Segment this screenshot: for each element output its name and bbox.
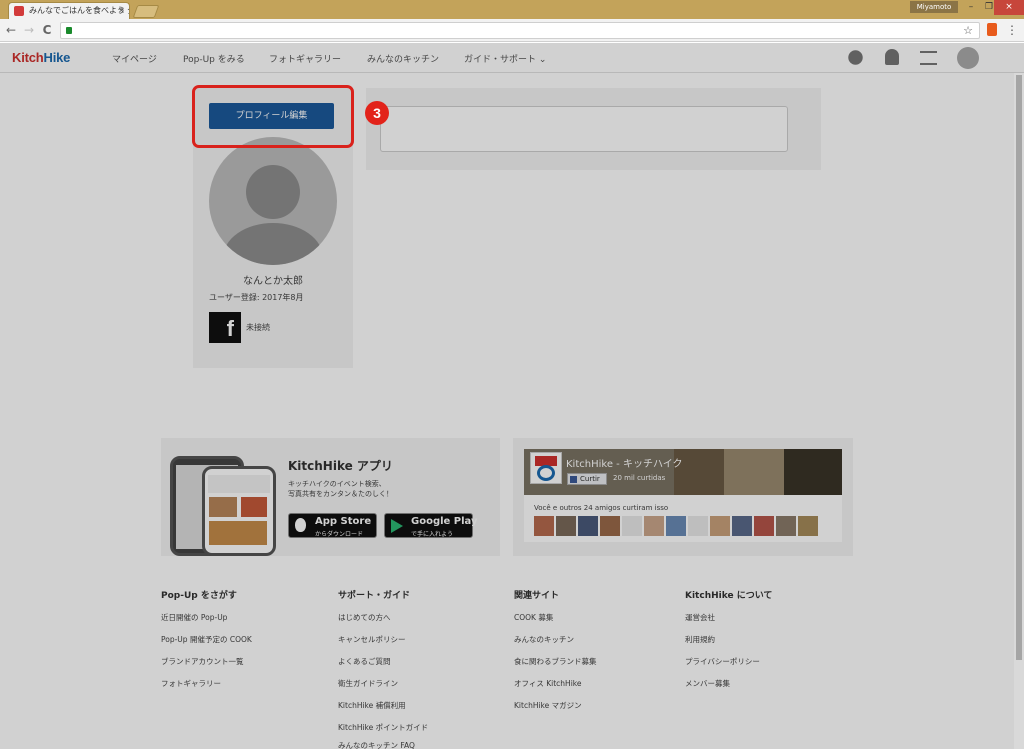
address-bar-row: ← → C ☆ ⋮ <box>0 19 1024 42</box>
page-scrollbar[interactable] <box>1014 73 1024 749</box>
footer-link[interactable]: KitchHike マガジン <box>514 700 582 711</box>
profile-speech-bubble <box>380 106 788 152</box>
tab-title: みんなでごはんを食べよう 全 <box>29 6 130 15</box>
back-button[interactable]: ← <box>4 22 18 38</box>
friend-avatar[interactable] <box>732 516 752 536</box>
friend-avatar[interactable] <box>556 516 576 536</box>
footer-link[interactable]: KitchHike ポイントガイド <box>338 722 428 733</box>
footer-link[interactable]: メンバー募集 <box>685 678 730 689</box>
facebook-like-count: 20 mil curtidas <box>613 474 666 482</box>
chat-icon[interactable] <box>848 50 863 65</box>
page-content <box>0 74 1024 749</box>
footer-link[interactable]: みんなのキッチン FAQ <box>338 740 415 749</box>
footer-link[interactable]: 近日開催の Pop-Up <box>161 612 227 623</box>
friend-avatar[interactable] <box>776 516 796 536</box>
footer-link[interactable]: 衛生ガイドライン <box>338 678 398 689</box>
kitchhike-page-logo[interactable] <box>530 452 562 484</box>
friend-avatar[interactable] <box>798 516 818 536</box>
profile-avatar <box>209 137 337 265</box>
lock-icon <box>66 27 72 34</box>
app-description-line: 写真共有をカンタン＆たのしく！ <box>288 490 393 498</box>
footer-column-title: サポート・ガイド <box>338 591 411 601</box>
office-icon[interactable] <box>987 23 997 36</box>
friend-avatar[interactable] <box>578 516 598 536</box>
reload-button[interactable]: C <box>40 22 54 38</box>
footer-link[interactable]: キャンセルポリシー <box>338 634 406 645</box>
google-play-icon <box>391 519 403 533</box>
friend-avatar[interactable] <box>688 516 708 536</box>
facebook-friends-text: Você e outros 24 amigos curtiram isso <box>534 504 669 512</box>
friend-avatar[interactable] <box>622 516 642 536</box>
browser-title-bar: みんなでごはんを食べよう 全 × Miyamoto – ❐ × <box>0 0 1024 20</box>
app-store-button[interactable]: App Store からダウンロード <box>288 513 377 538</box>
step-number-badge: 3 <box>365 101 389 125</box>
footer-link[interactable]: はじめての方へ <box>338 612 391 623</box>
star-icon[interactable]: ☆ <box>963 23 973 38</box>
footer-link[interactable]: みんなのキッチン <box>514 634 574 645</box>
app-store-label: App Store <box>315 516 372 527</box>
facebook-page-name[interactable]: KitchHike - キッチハイク <box>566 455 683 470</box>
footer-link[interactable]: 運営会社 <box>685 612 715 623</box>
footer-link[interactable]: オフィス KitchHike <box>514 678 581 689</box>
site-header: KitchHike マイページ Pop-Up をみる フォトギャラリー みんなの… <box>0 43 1024 73</box>
bell-icon[interactable] <box>885 49 899 65</box>
user-avatar-icon[interactable] <box>957 47 979 69</box>
facebook-status: 未接続 <box>246 323 270 332</box>
footer-link[interactable]: よくあるご質問 <box>338 656 391 667</box>
registration-date: ユーザー登録: 2017年8月 <box>209 293 304 302</box>
friend-avatar[interactable] <box>710 516 730 536</box>
footer-column-title: Pop-Up をさがす <box>161 591 237 601</box>
forward-button[interactable]: → <box>22 22 36 38</box>
app-store-sublabel: からダウンロード <box>315 531 364 538</box>
footer-link[interactable]: 食に関わるブランド募集 <box>514 656 597 667</box>
phone-mockup <box>202 466 276 556</box>
profile-name-badge[interactable]: Miyamoto <box>910 1 958 13</box>
app-description-line: キッチハイクのイベント検索、 <box>288 480 386 488</box>
google-play-button[interactable]: Google Play で手に入れよう <box>384 513 478 538</box>
friend-avatar[interactable] <box>644 516 664 536</box>
browser-menu-icon[interactable]: ⋮ <box>1006 22 1018 38</box>
logo-kitch: Kitch <box>12 50 44 65</box>
scrollbar-thumb[interactable] <box>1016 75 1022 660</box>
footer-link[interactable]: フォトギャラリー <box>161 678 221 689</box>
facebook-icon[interactable]: f <box>209 312 241 343</box>
kitchhike-logo[interactable]: KitchHike <box>12 50 70 65</box>
footer-column-title: 関連サイト <box>514 591 560 601</box>
browser-tab[interactable]: みんなでごはんを食べよう 全 × <box>8 2 130 20</box>
site-favicon-icon <box>14 6 24 16</box>
footer-link[interactable]: プライバシーポリシー <box>685 656 760 667</box>
friend-avatar[interactable] <box>666 516 686 536</box>
facebook-like-button[interactable]: Curtir <box>567 473 607 485</box>
window-close-button[interactable]: × <box>994 0 1024 15</box>
profile-name: なんとか太郎 <box>243 276 303 287</box>
friend-avatar[interactable] <box>754 516 774 536</box>
nav-guide-support[interactable]: ガイド・サポート ⌄ <box>464 52 546 65</box>
nav-mypage[interactable]: マイページ <box>112 52 157 65</box>
footer-column-title: KitchHike について <box>685 591 773 601</box>
footer-link[interactable]: Pop-Up 開催予定の COOK <box>161 634 252 645</box>
footer-link[interactable]: 利用規約 <box>685 634 715 645</box>
friend-avatar[interactable] <box>600 516 620 536</box>
nav-photo-gallery[interactable]: フォトギャラリー <box>269 52 341 65</box>
tab-close-icon[interactable]: × <box>117 3 125 19</box>
new-tab-button[interactable] <box>132 5 160 18</box>
nav-popup[interactable]: Pop-Up をみる <box>183 52 245 65</box>
url-input[interactable]: ☆ <box>60 22 980 39</box>
footer-link[interactable]: COOK 募集 <box>514 612 553 623</box>
footer-link[interactable]: ブランドアカウント一覧 <box>161 656 244 667</box>
app-title: KitchHike アプリ <box>288 459 393 473</box>
google-play-sublabel: で手に入れよう <box>411 531 454 538</box>
apple-icon <box>295 518 306 532</box>
friend-avatar[interactable] <box>534 516 554 536</box>
tutorial-highlight-box <box>192 85 354 148</box>
footer-link[interactable]: KitchHike 補償利用 <box>338 700 406 711</box>
checklist-icon[interactable] <box>920 51 937 65</box>
nav-kitchen[interactable]: みんなのキッチン <box>367 52 439 65</box>
logo-hike: Hike <box>43 50 71 65</box>
google-play-label: Google Play <box>411 516 478 527</box>
